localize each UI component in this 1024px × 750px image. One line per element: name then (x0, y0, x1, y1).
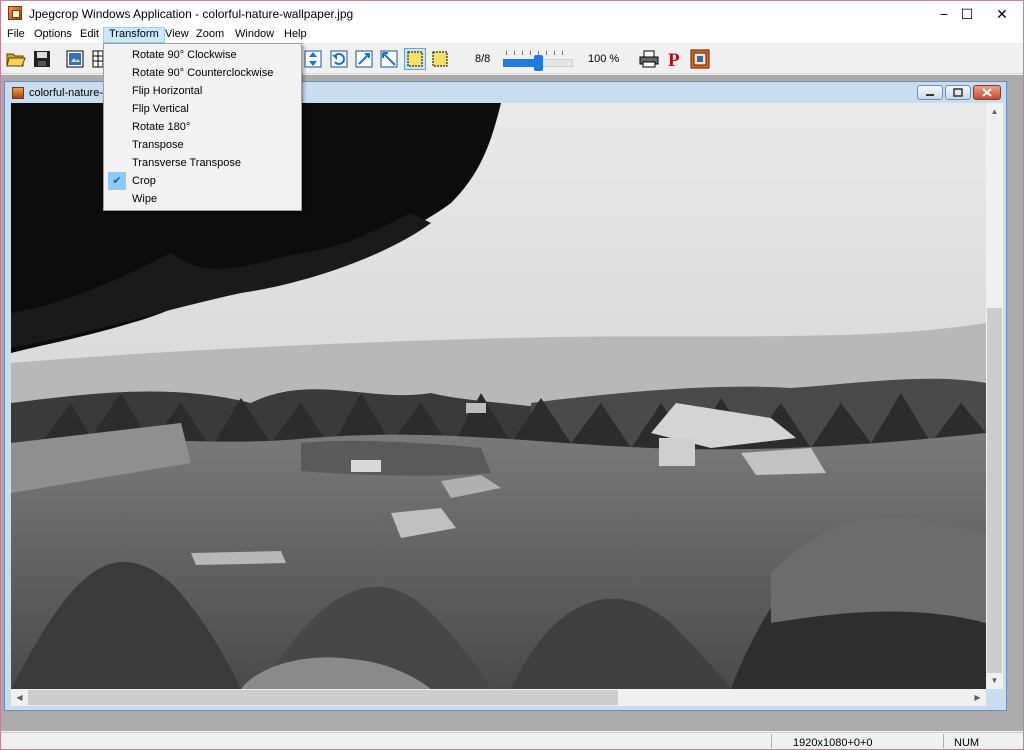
open-icon[interactable] (5, 48, 27, 70)
status-bar: 1920x1080+0+0 NUM (1, 732, 1023, 749)
status-separator (771, 734, 772, 748)
menu-item-label: Rotate 90° Counterclockwise (132, 67, 274, 79)
menu-zoom[interactable]: Zoom (191, 27, 229, 43)
properties-icon[interactable] (64, 48, 86, 70)
transpose-icon[interactable] (378, 48, 400, 70)
menu-window[interactable]: Window (230, 27, 279, 43)
p-icon[interactable]: P (664, 48, 686, 70)
save-icon[interactable] (31, 48, 53, 70)
menu-item-label: Flip Horizontal (132, 85, 203, 97)
slider-fill (503, 59, 538, 67)
document-title: colorful-nature-v (29, 87, 109, 99)
menu-item-label: Transpose (132, 139, 184, 151)
menu-view[interactable]: View (160, 27, 194, 43)
horizontal-scrollbar[interactable]: ◀ ▶ (11, 689, 986, 706)
scroll-up-icon[interactable]: ▲ (986, 103, 1003, 120)
app-window: Jpegcrop Windows Application - colorful-… (0, 0, 1024, 750)
vertical-scroll-thumb[interactable] (987, 308, 1002, 673)
doc-restore-button[interactable] (945, 85, 971, 100)
menu-item-label: Rotate 90° Clockwise (132, 49, 237, 61)
scroll-down-icon[interactable]: ▼ (986, 672, 1003, 689)
menu-item-wipe[interactable]: Wipe (106, 190, 299, 208)
doc-close-button[interactable] (973, 85, 1001, 100)
window-title: Jpegcrop Windows Application - colorful-… (29, 7, 354, 21)
checkmark-icon: ✔ (108, 172, 126, 190)
menu-item-flip-horizontal[interactable]: Flip Horizontal (106, 82, 299, 100)
close-button[interactable]: ✕ (979, 1, 1023, 27)
select-icon[interactable] (429, 48, 451, 70)
scale-label: 8/8 (475, 53, 491, 65)
menu-item-label: Transverse Transpose (132, 157, 242, 169)
slider-thumb[interactable] (534, 55, 543, 71)
menu-edit[interactable]: Edit (75, 27, 104, 43)
jpegcrop-app-icon[interactable] (8, 6, 22, 20)
status-separator (943, 734, 944, 748)
menu-help[interactable]: Help (279, 27, 312, 43)
about-icon[interactable] (689, 48, 711, 70)
zoom-percent-label: 100 % (588, 53, 620, 65)
crop-select-icon[interactable] (404, 48, 426, 70)
rotate-icon[interactable] (328, 48, 350, 70)
doc-minimize-button[interactable] (917, 85, 943, 100)
menu-item-rotate-180[interactable]: Rotate 180° (106, 118, 299, 136)
svg-text:P: P (668, 50, 680, 69)
menu-file[interactable]: File (2, 27, 30, 43)
menu-item-transpose[interactable]: Transpose (106, 136, 299, 154)
menu-options[interactable]: Options (29, 27, 77, 43)
image-dimensions-status: 1920x1080+0+0 (793, 737, 873, 749)
menu-item-label: Wipe (132, 193, 158, 205)
resize-icon[interactable] (353, 48, 375, 70)
num-lock-status: NUM (954, 737, 980, 749)
menu-item-rotate-90-cw[interactable]: Rotate 90° Clockwise (106, 46, 299, 64)
transform-menu-dropdown: Rotate 90° Clockwise Rotate 90° Counterc… (103, 43, 302, 211)
menu-item-transverse-transpose[interactable]: Transverse Transpose (106, 154, 299, 172)
flip-vertical-icon[interactable] (302, 48, 324, 70)
scroll-left-icon[interactable]: ◀ (11, 689, 28, 706)
zoom-slider[interactable] (503, 51, 573, 71)
menu-item-rotate-90-ccw[interactable]: Rotate 90° Counterclockwise (106, 64, 299, 82)
menu-item-flip-vertical[interactable]: Flip Vertical (106, 100, 299, 118)
menu-item-label: Flip Vertical (132, 103, 189, 115)
menu-item-label: Crop (132, 175, 156, 187)
title-bar: Jpegcrop Windows Application - colorful-… (1, 1, 1023, 27)
document-icon (12, 87, 24, 99)
menu-item-crop[interactable]: ✔ Crop (106, 172, 299, 190)
vertical-scrollbar[interactable]: ▲ ▼ (986, 103, 1003, 689)
scroll-right-icon[interactable]: ▶ (969, 689, 986, 706)
menu-item-label: Rotate 180° (132, 121, 191, 133)
menu-transform[interactable]: Transform (103, 27, 165, 43)
horizontal-scroll-thumb[interactable] (28, 690, 618, 705)
print-icon[interactable] (638, 48, 660, 70)
menu-bar: File Options Edit Transform View Zoom Wi… (1, 27, 1023, 43)
